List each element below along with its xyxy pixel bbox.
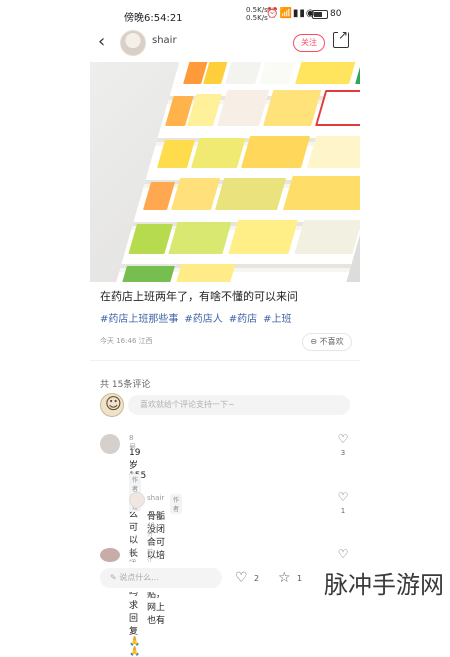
heart-icon[interactable]: ♡ xyxy=(336,547,350,561)
product-box xyxy=(307,136,360,168)
star-icon[interactable]: ☆ xyxy=(278,570,291,586)
author-avatar[interactable] xyxy=(120,30,146,56)
product-box xyxy=(295,62,360,84)
product-box xyxy=(241,136,311,168)
product-box xyxy=(214,178,287,210)
commenter-avatar[interactable] xyxy=(100,548,120,562)
tag-link[interactable]: #药店 xyxy=(229,310,257,325)
post-title: 在药店上班两年了，有啥不懂的可以来问 xyxy=(100,290,298,303)
product-box xyxy=(228,220,299,254)
tag-link[interactable]: #药店上班那些事 xyxy=(100,310,178,325)
watermark: 脉冲手游网 xyxy=(318,565,450,600)
battery-indicator: 80 xyxy=(312,9,341,19)
post-meta: 今天 16:46 江西 xyxy=(100,337,153,345)
author-badge: 作者 xyxy=(170,494,183,514)
share-icon[interactable] xyxy=(333,28,349,48)
product-box xyxy=(118,266,175,282)
comment-input[interactable]: 喜欢就给个评论支持一下~ xyxy=(128,395,350,415)
post-header: ‹ shair 关注 xyxy=(90,28,360,58)
star-count: 1 xyxy=(297,574,303,583)
post-tags: #药店上班那些事 #药店人 #药店 #上班 xyxy=(100,310,292,325)
status-icons: ⏰📶▮▮◉ xyxy=(266,8,316,19)
network-speed: 0.5K/s 0.5K/s xyxy=(246,6,268,22)
tag-link[interactable]: #药店人 xyxy=(184,310,222,325)
back-button[interactable]: ‹ xyxy=(98,32,114,52)
like-count: 3 xyxy=(340,449,346,457)
product-box xyxy=(168,222,232,254)
product-box xyxy=(191,138,246,168)
dislike-icon: ⊖ xyxy=(310,337,318,346)
pencil-icon: ✎ xyxy=(110,573,117,582)
reply-name[interactable]: shair xyxy=(147,494,164,502)
like-count: 2 xyxy=(254,574,260,583)
status-time: 傍晚6:54:21 xyxy=(124,13,183,24)
battery-icon xyxy=(312,9,328,19)
heart-icon[interactable]: ♡ xyxy=(336,490,350,504)
comment-count: 共 15条评论 xyxy=(100,380,151,390)
heart-icon[interactable]: ♡ xyxy=(336,432,350,446)
reply-avatar[interactable] xyxy=(129,492,145,508)
author-name[interactable]: shair xyxy=(152,35,177,46)
product-box xyxy=(282,176,360,210)
status-bar: 傍晚6:54:21 0.5K/s 0.5K/s ⏰📶▮▮◉ 80 xyxy=(90,6,360,24)
product-box xyxy=(172,264,236,282)
dislike-button[interactable]: ⊖ 不喜欢 xyxy=(302,333,352,351)
divider xyxy=(90,360,360,361)
like-count: 1 xyxy=(340,507,346,515)
follow-button[interactable]: 关注 xyxy=(293,34,325,52)
tag-link[interactable]: #上班 xyxy=(263,310,291,325)
post-image[interactable] xyxy=(90,62,360,282)
current-user-avatar xyxy=(100,393,124,417)
like-icon[interactable]: ♡ xyxy=(235,570,248,586)
say-input[interactable]: ✎ 说点什么... xyxy=(100,568,222,588)
product-box xyxy=(294,220,360,254)
commenter-avatar[interactable] xyxy=(100,434,120,454)
